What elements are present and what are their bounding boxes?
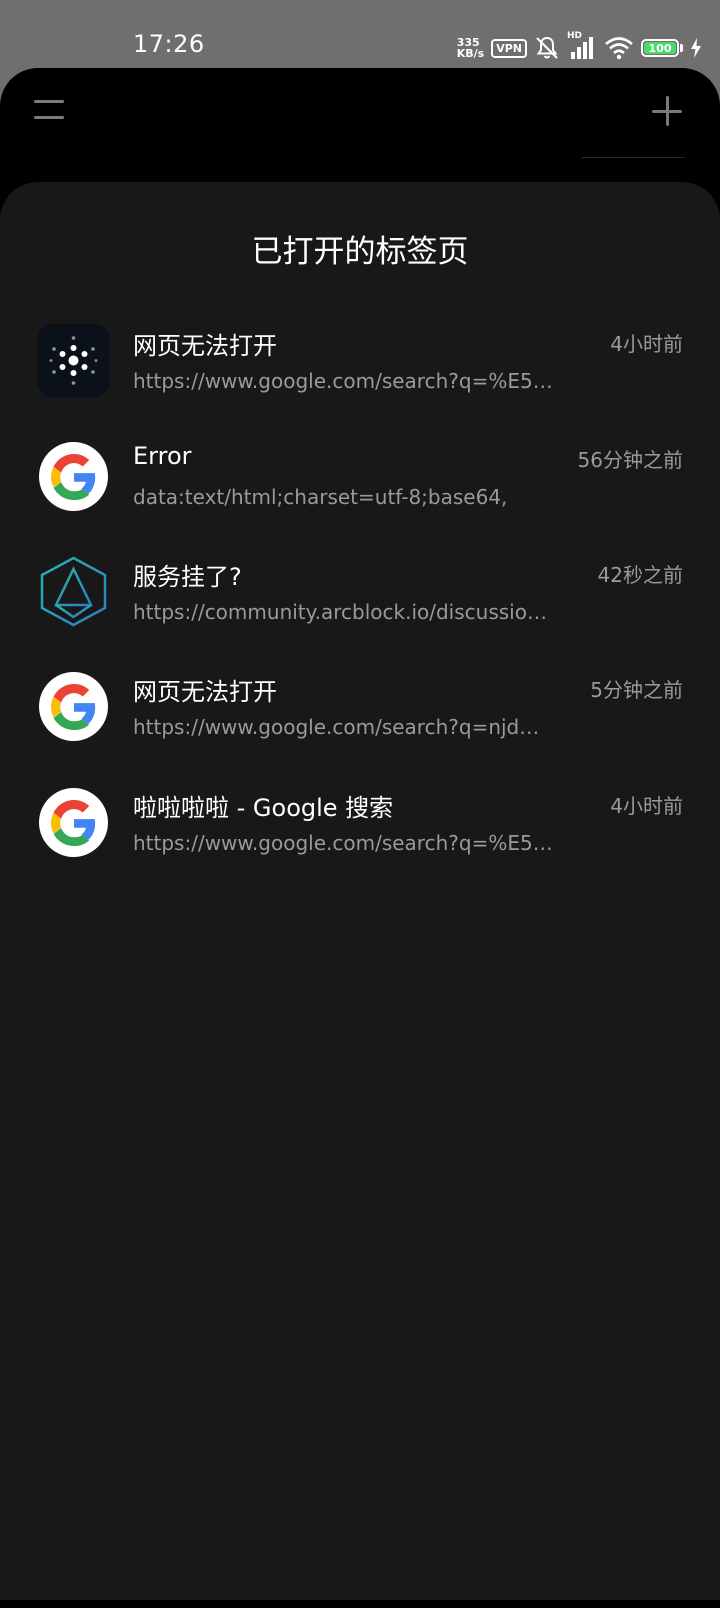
status-bar: 17:26 335 KB/s VPN HD 100 (0, 0, 720, 68)
tab-title: 网页无法打开 (133, 678, 277, 706)
tab-url: https://www.google.com/search?q=%E5… (133, 831, 553, 855)
tab-time: 5分钟之前 (590, 678, 683, 702)
tab-url: data:text/html;charset=utf-8;base64, (133, 485, 508, 509)
google-icon (39, 672, 108, 741)
google-icon (39, 442, 108, 511)
wifi-icon (605, 37, 633, 60)
battery-level: 100 (648, 41, 672, 55)
tab-url: https://www.google.com/search?q=%E5… (133, 369, 553, 393)
tab-item[interactable]: 网页无法打开 https://www.google.com/search?q=n… (0, 670, 720, 770)
tab-item[interactable]: 服务挂了? https://community.arcblock.io/disc… (0, 555, 720, 655)
tab-title: Error (133, 442, 192, 470)
status-icons: 335 KB/s VPN HD 100 (457, 31, 702, 63)
tab-title: 网页无法打开 (133, 332, 277, 360)
signal-icon: HD (567, 31, 597, 61)
battery-icon: 100 (641, 39, 683, 57)
arcblock-cube-icon (37, 555, 110, 628)
tab-time: 56分钟之前 (577, 448, 683, 472)
vpn-icon: VPN (491, 38, 527, 58)
new-tab-button[interactable] (650, 94, 684, 128)
google-icon (39, 788, 108, 857)
status-time: 17:26 (133, 30, 205, 58)
tab-url: https://www.google.com/search?q=njd… (133, 715, 540, 739)
divider (582, 157, 685, 158)
network-speed-unit: KB/s (456, 47, 485, 60)
mute-icon (536, 36, 558, 59)
tab-url: https://community.arcblock.io/discussio… (133, 600, 547, 624)
tab-time: 42秒之前 (597, 563, 683, 587)
sheet-title: 已打开的标签页 (251, 234, 469, 270)
tab-title: 服务挂了? (133, 563, 242, 591)
charging-icon (691, 38, 701, 58)
arcblock-dots-icon (37, 324, 110, 397)
tab-time: 4小时前 (610, 794, 683, 818)
menu-icon[interactable] (34, 100, 68, 122)
network-speed: 335 KB/s (457, 37, 484, 59)
tab-item[interactable]: Error data:text/html;charset=utf-8;base6… (0, 440, 720, 540)
tab-item[interactable]: 网页无法打开 https://www.google.com/search?q=%… (0, 324, 720, 424)
tab-time: 4小时前 (610, 332, 683, 356)
tab-title: 啦啦啦啦 - Google 搜索 (133, 794, 394, 822)
tab-item[interactable]: 啦啦啦啦 - Google 搜索 https://www.google.com/… (0, 786, 720, 886)
